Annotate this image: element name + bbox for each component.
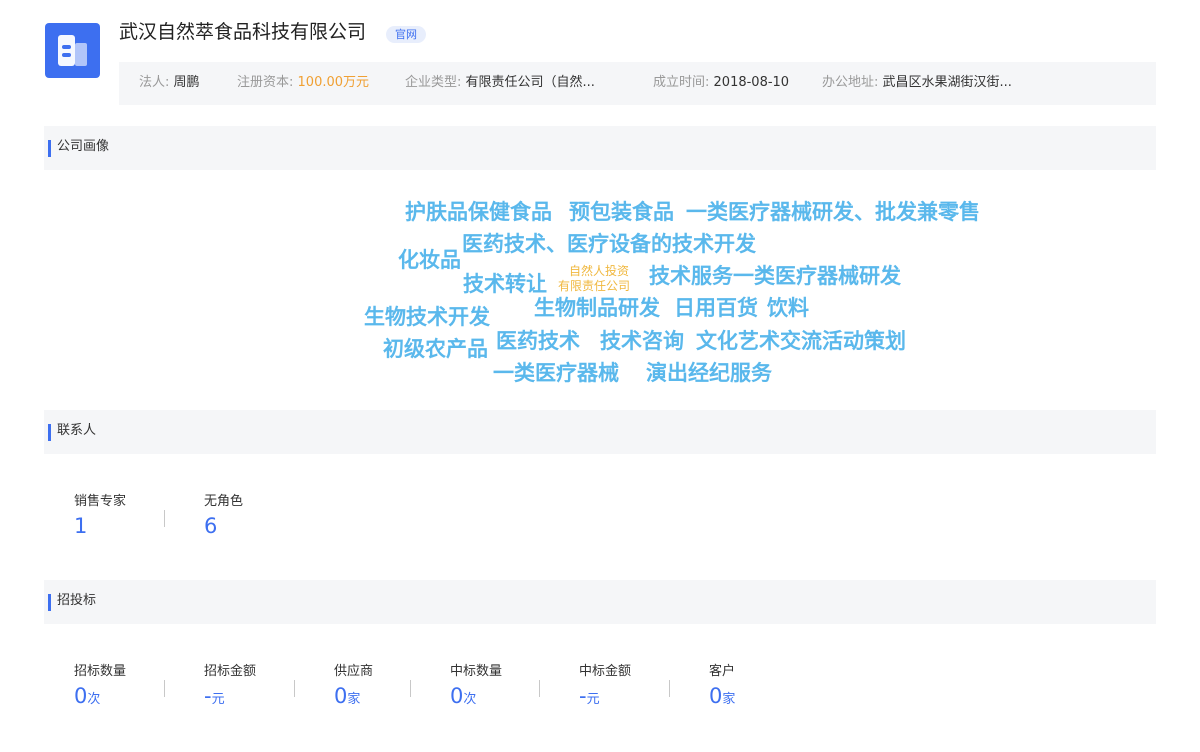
word-cloud-item: 自然人投资 [569, 264, 630, 278]
bid-stat-customers[interactable]: 客户 0家 [709, 664, 735, 713]
word-cloud-item: 文化艺术交流活动策划 [696, 329, 906, 353]
word-cloud-item: 有限责任公司 [558, 279, 631, 293]
section-company-portrait: 公司画像 [44, 126, 1156, 170]
word-cloud-item: 技术转让 [463, 272, 547, 296]
word-cloud-item: 演出经纪服务 [646, 361, 772, 385]
legal-person-value[interactable]: 周鹏 [174, 75, 200, 90]
word-cloud-item: 护肤品保健食品 [405, 200, 552, 224]
official-site-tag[interactable]: 官网 [386, 26, 426, 43]
section-marker [48, 140, 51, 157]
bid-stat-win-count[interactable]: 中标数量 0次 [450, 664, 502, 713]
bid-stat-tender-count[interactable]: 招标数量 0次 [74, 664, 126, 713]
section-title: 联系人 [57, 423, 97, 438]
word-cloud-item: 一类医疗器械 [493, 361, 619, 385]
contact-stat-no-role[interactable]: 无角色 6 [204, 494, 243, 539]
section-title: 公司画像 [57, 139, 110, 154]
divider [410, 680, 411, 697]
section-marker [48, 424, 51, 441]
word-cloud-item: 生物制品研发 [534, 296, 660, 320]
word-cloud-item: 一类医疗器械研发、批发兼零售 [686, 200, 980, 224]
word-cloud-item: 生物技术开发 [364, 305, 490, 329]
word-cloud-item: 医药技术、医疗设备的技术开发 [462, 232, 756, 256]
section-contacts: 联系人 [44, 410, 1156, 454]
legal-person: 法人: 周鹏 [139, 75, 200, 90]
divider [669, 680, 670, 697]
bid-stat-tender-amount[interactable]: 招标金额 -元 [204, 664, 256, 713]
word-cloud-item: 技术咨询 [600, 329, 684, 353]
registered-capital: 注册资本: 100.00万元 [237, 75, 370, 90]
divider [164, 510, 165, 527]
divider [539, 680, 540, 697]
section-marker [48, 594, 51, 611]
bid-stat-suppliers[interactable]: 供应商 0家 [334, 664, 373, 713]
company-info-bar: 法人: 周鹏 注册资本: 100.00万元 企业类型: 有限责任公司（自然...… [119, 62, 1156, 105]
word-cloud-item: 预包装食品 [569, 200, 674, 224]
building-icon [58, 35, 87, 66]
section-bidding: 招投标 [44, 580, 1156, 624]
divider [294, 680, 295, 697]
company-type: 企业类型: 有限责任公司（自然... [405, 75, 595, 90]
word-cloud-item: 医药技术 [496, 329, 580, 353]
word-cloud-item: 化妆品 [398, 248, 461, 272]
bid-stat-win-amount[interactable]: 中标金额 -元 [579, 664, 631, 713]
company-logo [45, 23, 100, 78]
word-cloud-item: 日用百货 [674, 296, 758, 320]
contact-stat-sales-expert[interactable]: 销售专家 1 [74, 494, 126, 539]
word-cloud-item: 饮料 [767, 296, 809, 320]
word-cloud-item: 技术服务一类医疗器械研发 [649, 264, 901, 288]
company-name: 武汉自然萃食品科技有限公司 [119, 21, 367, 43]
word-cloud-item: 初级农产品 [383, 337, 488, 361]
section-title: 招投标 [57, 593, 97, 608]
office-address: 办公地址: 武昌区水果湖街汉街... [822, 75, 1012, 90]
founded-date: 成立时间: 2018-08-10 [653, 75, 790, 90]
divider [164, 680, 165, 697]
